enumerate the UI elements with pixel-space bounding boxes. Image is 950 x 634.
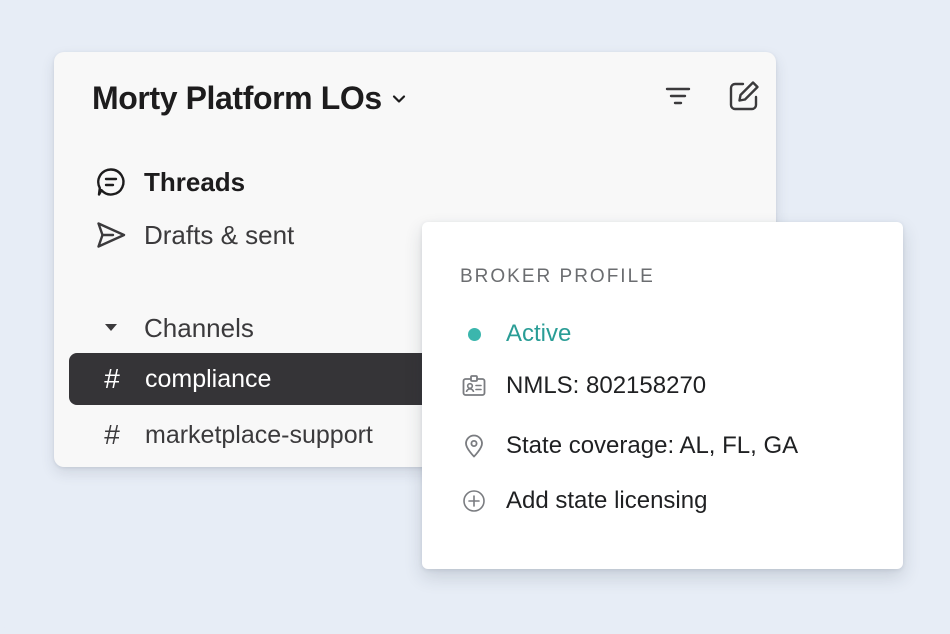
profile-status: Active (460, 317, 571, 351)
nav-drafts-label: Drafts & sent (144, 219, 295, 250)
threads-icon (94, 165, 128, 199)
hash-icon: # (104, 419, 120, 450)
compose-icon (727, 79, 761, 118)
id-card-icon (460, 372, 488, 400)
filter-icon (663, 81, 693, 116)
plus-circle-icon (460, 487, 488, 515)
workspace-name: Morty Platform LOs (92, 79, 382, 116)
nmls-text: NMLS: 802158270 (506, 372, 707, 399)
background-canvas: Morty Platform LOs Threads Drafts & sent… (0, 0, 950, 634)
status-text: Active (506, 320, 572, 347)
location-pin-icon (460, 432, 488, 460)
channels-section-toggle[interactable]: Channels (94, 308, 254, 348)
hash-icon: # (104, 363, 120, 394)
chevron-down-icon (392, 92, 406, 106)
status-dot-icon (460, 320, 488, 348)
nav-threads-label: Threads (144, 166, 246, 197)
nav-threads[interactable]: Threads (94, 162, 245, 202)
caret-down-icon (94, 311, 128, 345)
channel-name: compliance (145, 364, 272, 393)
channel-name: marketplace-support (145, 420, 373, 449)
add-licensing-label: Add state licensing (506, 487, 708, 514)
compose-button[interactable] (726, 80, 762, 116)
profile-state-coverage: State coverage: AL, FL, GA (460, 429, 798, 463)
workspace-switcher[interactable]: Morty Platform LOs (92, 76, 406, 120)
coverage-text: State coverage: AL, FL, GA (506, 432, 799, 459)
broker-profile-card: BROKER PROFILE Active NMLS: 802158270 St… (422, 222, 903, 569)
filter-button[interactable] (660, 80, 696, 116)
profile-nmls: NMLS: 802158270 (460, 369, 706, 403)
nav-drafts-sent[interactable]: Drafts & sent (94, 215, 294, 255)
send-icon (94, 218, 128, 252)
channels-section-label: Channels (144, 312, 254, 343)
add-state-licensing-button[interactable]: Add state licensing (460, 484, 707, 518)
profile-heading: BROKER PROFILE (460, 266, 655, 287)
